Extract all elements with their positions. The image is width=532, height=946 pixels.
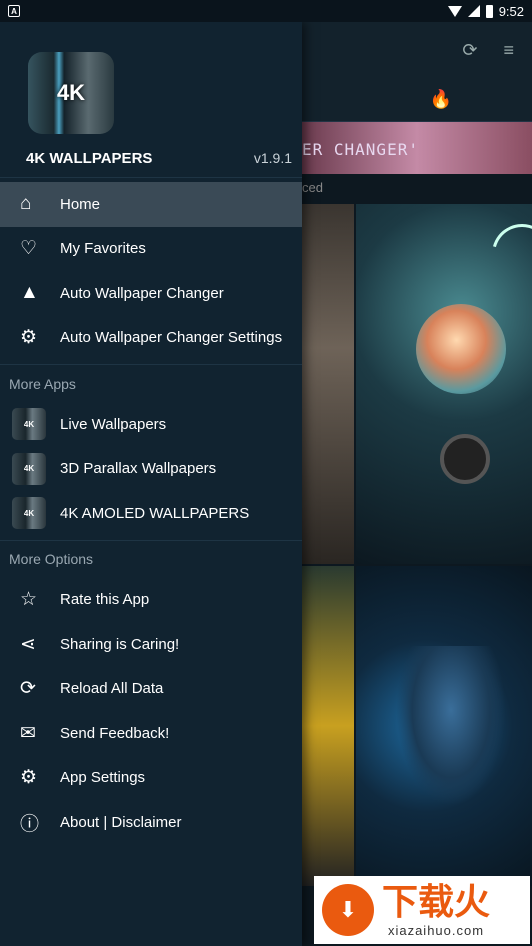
fire-icon[interactable]: 🔥 [430, 89, 452, 110]
background-subtext: ced [302, 180, 323, 195]
watermark-url: xiazaihuo.com [387, 922, 485, 938]
status-bar: A 9:52 [0, 0, 532, 22]
option-reload[interactable]: ⟳ Reload All Data [0, 667, 302, 712]
menu-item-home[interactable]: ⌂ Home [0, 182, 302, 227]
more-app-4k-amoled[interactable]: 4K 4K AMOLED WALLPAPERS [0, 491, 302, 536]
home-icon: ⌂ [20, 193, 32, 215]
app-name: 4K WALLPAPERS [26, 150, 153, 167]
option-label: Sharing is Caring! [60, 635, 180, 653]
navigation-drawer: 4K 4K WALLPAPERS v1.9.1 ⌂ Home ♡ My Favo… [0, 22, 302, 946]
orb-shape [416, 304, 506, 394]
gear-icon: ⚙ [20, 767, 38, 789]
share-icon: ⋖ [20, 633, 36, 655]
signal-icon [467, 5, 480, 17]
option-feedback[interactable]: ✉ Send Feedback! [0, 711, 302, 756]
beast-shape [396, 646, 506, 806]
heart-icon: ♡ [20, 238, 38, 260]
section-title-more-options: More Options [0, 539, 302, 578]
feedback-icon: ✉ [20, 722, 36, 744]
option-share[interactable]: ⋖ Sharing is Caring! [0, 622, 302, 667]
option-label: App Settings [60, 769, 146, 787]
wallpaper-tile-orb[interactable] [356, 204, 532, 564]
option-label: Rate this App [60, 591, 150, 609]
download-icon: ⬇ [322, 884, 374, 936]
option-rate-app[interactable]: ☆ Rate this App [0, 578, 302, 623]
moon-shape [481, 213, 532, 295]
app-thumbnail: 4K [12, 452, 46, 485]
menu-item-label: Home [60, 195, 101, 213]
more-app-label: 4K AMOLED WALLPAPERS [60, 504, 250, 522]
option-label: Reload All Data [60, 680, 164, 698]
watermark: ⬇ 下载火 xiazaihuo.com [314, 876, 530, 944]
refresh-icon[interactable]: ⟳ [462, 40, 477, 61]
app-thumbnail: 4K [12, 497, 46, 530]
option-label: About | Disclaimer [60, 813, 182, 831]
menu-item-label: Auto Wallpaper Changer [60, 284, 224, 302]
more-app-3d-parallax[interactable]: 4K 3D Parallax Wallpapers [0, 447, 302, 492]
option-app-settings[interactable]: ⚙ App Settings [0, 756, 302, 801]
more-app-live-wallpapers[interactable]: 4K Live Wallpapers [0, 402, 302, 447]
app-logo: 4K [28, 52, 114, 134]
reload-icon: ⟳ [20, 678, 36, 700]
battery-icon [485, 4, 493, 18]
menu-item-label: Auto Wallpaper Changer Settings [60, 329, 283, 347]
wallpaper-grid [302, 204, 532, 924]
drawer-header: 4K 4K WALLPAPERS v1.9.1 [0, 22, 302, 178]
wallpaper-tile-lion[interactable] [302, 204, 354, 564]
watermark-title: 下载火 [382, 881, 491, 923]
option-label: Send Feedback! [60, 724, 170, 742]
app-version: v1.9.1 [253, 150, 292, 166]
menu-item-auto-wallpaper-changer[interactable]: ▲ Auto Wallpaper Changer [0, 271, 302, 316]
sort-icon[interactable]: ≡ [503, 40, 514, 61]
mountain-icon: ▲ [20, 282, 39, 304]
wifi-icon [447, 5, 462, 17]
watch-shape [440, 434, 490, 484]
clock: 9:52 [498, 3, 524, 19]
background-tabs: 🔥 [302, 78, 532, 122]
app-thumbnail: 4K [12, 408, 46, 441]
wallpaper-tile-car[interactable] [302, 566, 354, 886]
menu-item-auto-wallpaper-changer-settings[interactable]: ⚙ Auto Wallpaper Changer Settings [0, 316, 302, 361]
more-app-label: Live Wallpapers [60, 415, 167, 433]
background-banner[interactable]: ER CHANGER' [302, 122, 532, 174]
info-icon: ⓘ [20, 813, 40, 835]
more-app-label: 3D Parallax Wallpapers [60, 460, 217, 478]
background-toolbar: ⟳ ≡ [302, 22, 532, 78]
menu-item-label: My Favorites [60, 240, 146, 258]
notification-icon: A [8, 5, 20, 17]
gear-icon: ⚙ [20, 327, 38, 349]
wallpaper-tile-beast[interactable] [356, 566, 532, 886]
option-about[interactable]: ⓘ About | Disclaimer [0, 800, 302, 845]
section-title-more-apps: More Apps [0, 364, 302, 402]
star-icon: ☆ [20, 589, 38, 611]
menu-item-favorites[interactable]: ♡ My Favorites [0, 227, 302, 272]
background-app: ⟳ ≡ 🔥 ER CHANGER' ced [302, 22, 532, 946]
